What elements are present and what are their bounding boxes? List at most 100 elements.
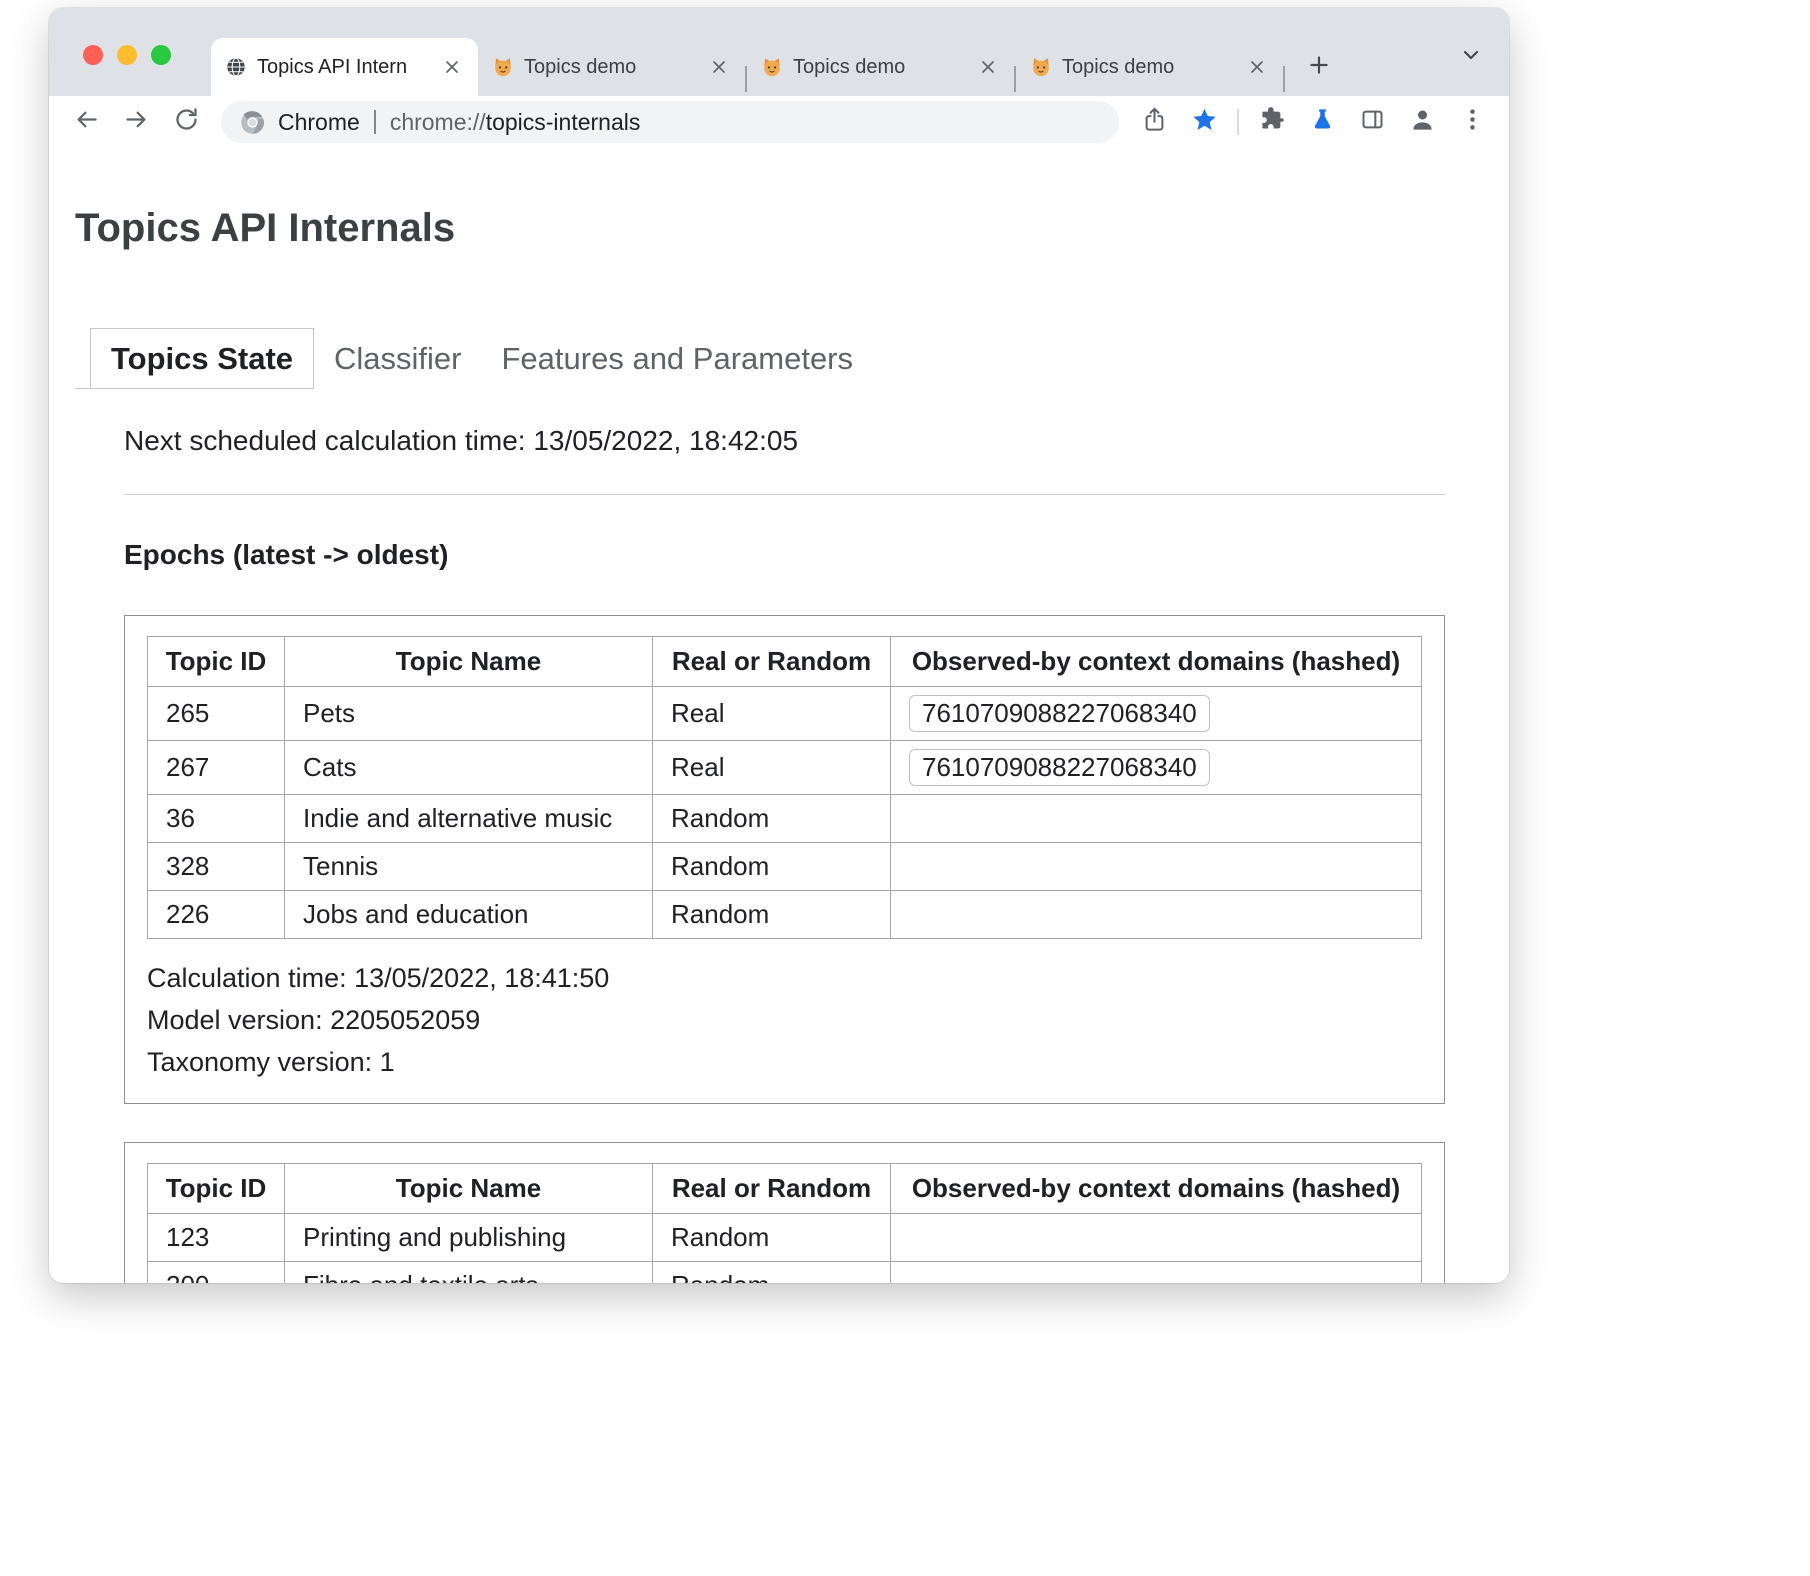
hashed-domain-value: 7610709088227068340 xyxy=(909,749,1210,786)
tab-close-icon[interactable] xyxy=(707,55,731,79)
topics-table: Topic IDTopic NameReal or RandomObserved… xyxy=(147,636,1422,939)
tab-divider xyxy=(1283,66,1285,92)
browser-toolbar: Chrome chrome://topics-internals xyxy=(49,96,1509,148)
minimize-window-button[interactable] xyxy=(117,45,137,65)
reload-icon xyxy=(173,106,200,138)
tab-topics-state[interactable]: Topics State xyxy=(90,328,314,389)
share-icon xyxy=(1141,106,1168,138)
address-bar[interactable]: Chrome chrome://topics-internals xyxy=(221,101,1119,143)
observed-domains-cell: 7610709088227068340 xyxy=(891,687,1422,741)
column-header: Topic Name xyxy=(285,637,653,687)
topics-table: Topic IDTopic NameReal or RandomObserved… xyxy=(147,1163,1422,1283)
real-or-random-cell: Random xyxy=(653,1214,891,1262)
side-panel-button[interactable] xyxy=(1349,100,1395,144)
browser-tab[interactable]: Topics demo xyxy=(747,38,1014,96)
tab-features-and-parameters[interactable]: Features and Parameters xyxy=(482,328,874,389)
browser-menu-button[interactable] xyxy=(1449,100,1495,144)
topic-id-cell: 123 xyxy=(148,1214,285,1262)
table-header-row: Topic IDTopic NameReal or RandomObserved… xyxy=(148,1164,1422,1214)
topic-id-cell: 226 xyxy=(148,891,285,939)
globe-favicon xyxy=(225,56,247,78)
browser-tabs: Topics API Intern Topics demo Topics demo T… xyxy=(211,38,1285,96)
chrome-logo-icon xyxy=(239,109,266,136)
omnibox-divider xyxy=(374,110,376,134)
tab-close-icon[interactable] xyxy=(976,55,1000,79)
close-window-button[interactable] xyxy=(83,45,103,65)
extensions-button[interactable] xyxy=(1249,100,1295,144)
topic-id-cell: 328 xyxy=(148,843,285,891)
topics-state-panel: Next scheduled calculation time: 13/05/2… xyxy=(124,389,1445,1283)
browser-tab-label: Topics demo xyxy=(524,56,697,79)
column-header: Topic ID xyxy=(148,1164,285,1214)
back-icon xyxy=(73,106,100,138)
epochs-heading: Epochs (latest -> oldest) xyxy=(124,539,1445,571)
profile-button[interactable] xyxy=(1399,100,1445,144)
column-header: Real or Random xyxy=(653,1164,891,1214)
new-tab-icon xyxy=(1306,52,1332,83)
table-header-row: Topic IDTopic NameReal or RandomObserved… xyxy=(148,637,1422,687)
browser-tab[interactable]: Topics demo xyxy=(478,38,745,96)
topic-id-cell: 267 xyxy=(148,741,285,795)
tab-search-button[interactable] xyxy=(1453,39,1489,75)
browser-tab[interactable]: Topics demo xyxy=(1016,38,1283,96)
page-tab-bar: Topics State Classifier Features and Par… xyxy=(75,328,1509,389)
topic-row: 328TennisRandom xyxy=(148,843,1422,891)
browser-window: Topics API Intern Topics demo Topics demo T… xyxy=(49,8,1509,1283)
tab-search-chevron-icon xyxy=(1459,43,1483,72)
omnibox-site-label: Chrome xyxy=(278,109,360,136)
browser-tab-label: Topics API Intern xyxy=(257,56,430,79)
observed-domains-cell xyxy=(891,1262,1422,1284)
observed-domains-cell xyxy=(891,891,1422,939)
column-header: Observed-by context domains (hashed) xyxy=(891,1164,1422,1214)
tab-close-icon[interactable] xyxy=(440,55,464,79)
real-or-random-cell: Random xyxy=(653,795,891,843)
side-panel-icon xyxy=(1359,106,1386,138)
new-tab-button[interactable] xyxy=(1295,43,1343,91)
topic-row: 36Indie and alternative musicRandom xyxy=(148,795,1422,843)
topic-id-cell: 200 xyxy=(148,1262,285,1284)
url-scheme: chrome:// xyxy=(390,109,486,135)
topic-name-cell: Jobs and education xyxy=(285,891,653,939)
screenshot-canvas: { "colors": { "accent_blue": "#1a73e8", … xyxy=(0,0,1810,1576)
column-header: Observed-by context domains (hashed) xyxy=(891,637,1422,687)
back-button[interactable] xyxy=(63,100,109,144)
bookmark-button[interactable] xyxy=(1181,100,1227,144)
column-header: Topic Name xyxy=(285,1164,653,1214)
topic-name-cell: Indie and alternative music xyxy=(285,795,653,843)
next-calculation-time: Next scheduled calculation time: 13/05/2… xyxy=(124,425,1445,457)
topic-row: 267CatsReal7610709088227068340 xyxy=(148,741,1422,795)
column-header: Real or Random xyxy=(653,637,891,687)
reload-button[interactable] xyxy=(163,100,209,144)
share-button[interactable] xyxy=(1131,100,1177,144)
topic-name-cell: Cats xyxy=(285,741,653,795)
cat-favicon xyxy=(1030,56,1052,78)
forward-button[interactable] xyxy=(113,100,159,144)
epoch-meta-line: Calculation time: 13/05/2022, 18:41:50 xyxy=(147,957,1422,999)
epoch-meta: Calculation time: 13/05/2022, 18:41:50Mo… xyxy=(147,957,1422,1083)
topic-id-cell: 36 xyxy=(148,795,285,843)
topic-row: 265PetsReal7610709088227068340 xyxy=(148,687,1422,741)
menu-kebab-icon xyxy=(1459,106,1486,138)
labs-flask-icon xyxy=(1309,106,1336,138)
observed-domains-cell xyxy=(891,843,1422,891)
extensions-puzzle-icon xyxy=(1259,106,1286,138)
tab-classifier[interactable]: Classifier xyxy=(314,328,481,389)
topic-name-cell: Tennis xyxy=(285,843,653,891)
browser-tab[interactable]: Topics API Intern xyxy=(211,38,478,96)
real-or-random-cell: Real xyxy=(653,687,891,741)
browser-tab-label: Topics demo xyxy=(1062,56,1235,79)
zoom-window-button[interactable] xyxy=(151,45,171,65)
topic-row: 226Jobs and educationRandom xyxy=(148,891,1422,939)
window-controls xyxy=(83,45,171,65)
chrome-labs-button[interactable] xyxy=(1299,100,1345,144)
tab-close-icon[interactable] xyxy=(1245,55,1269,79)
tab-stub-line xyxy=(75,328,90,389)
bookmark-star-icon xyxy=(1191,106,1218,138)
observed-domains-cell xyxy=(891,795,1422,843)
real-or-random-cell: Random xyxy=(653,843,891,891)
epoch-box: Topic IDTopic NameReal or RandomObserved… xyxy=(124,615,1445,1104)
cat-favicon xyxy=(492,56,514,78)
epochs-container: Topic IDTopic NameReal or RandomObserved… xyxy=(124,615,1445,1283)
observed-domains-cell: 7610709088227068340 xyxy=(891,741,1422,795)
toolbar-divider xyxy=(1237,109,1239,135)
